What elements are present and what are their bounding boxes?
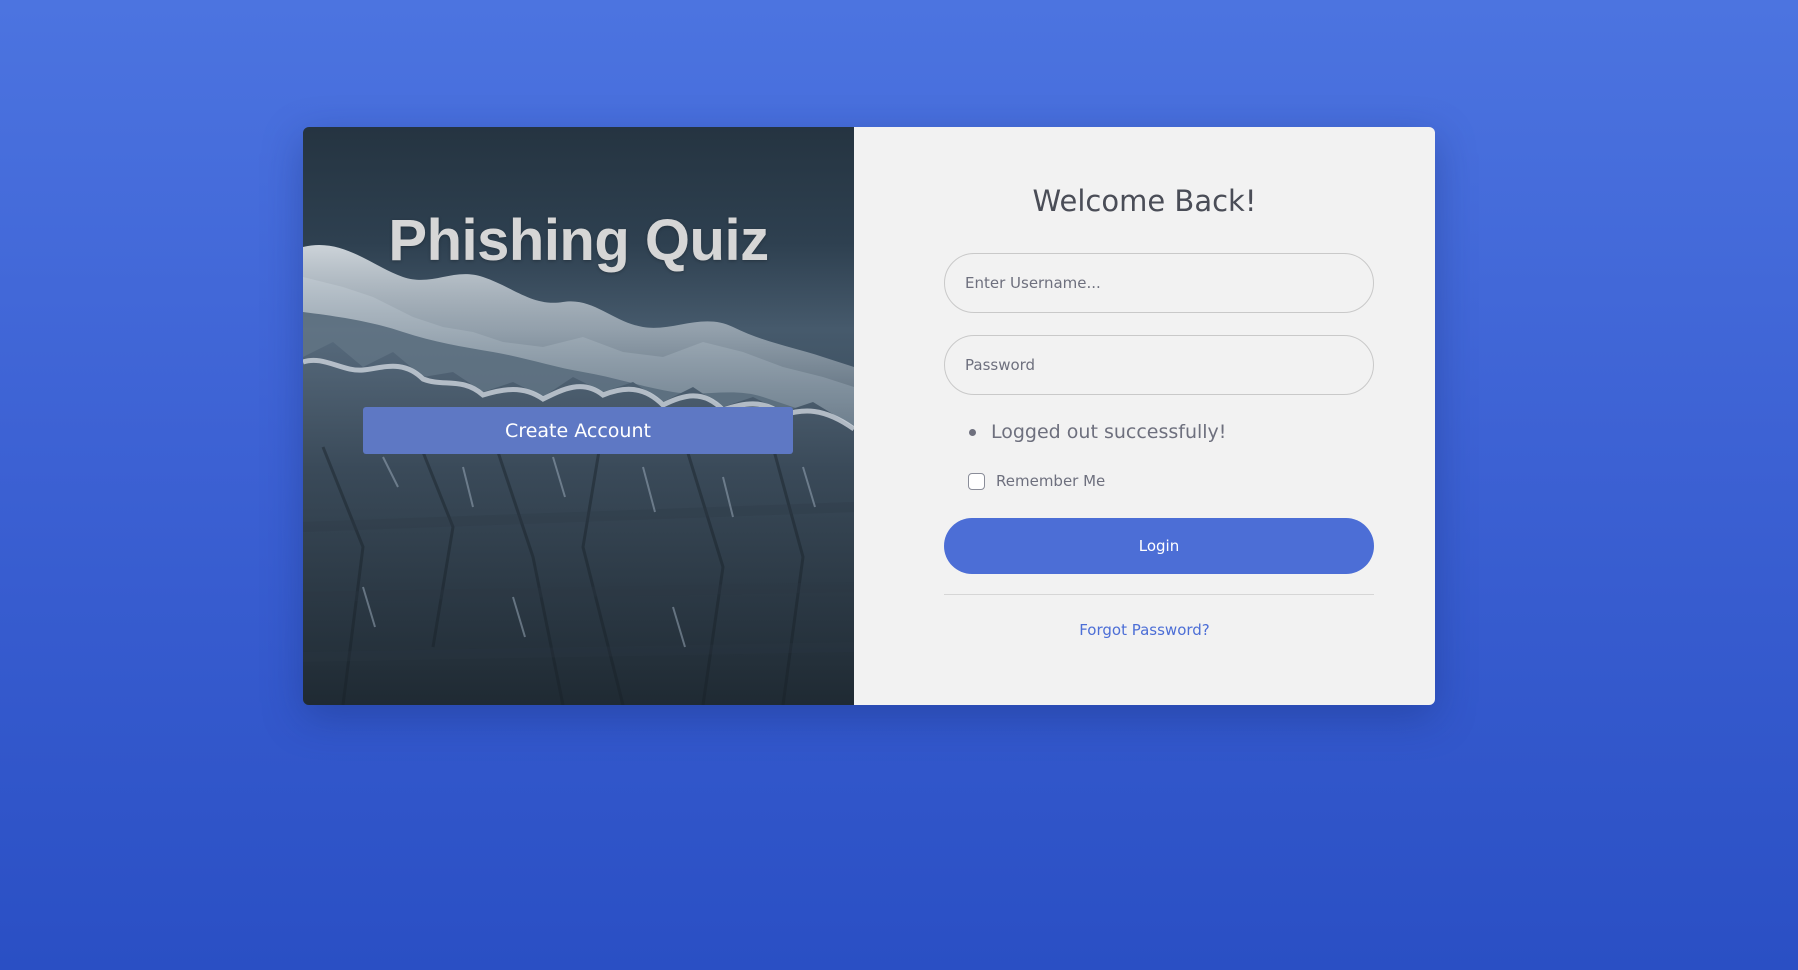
welcome-heading: Welcome Back! (1032, 184, 1257, 218)
login-card: Phishing Quiz Create Account Welcome Bac… (303, 127, 1435, 705)
login-button[interactable]: Login (944, 518, 1374, 574)
remember-me-checkbox[interactable] (968, 472, 985, 490)
remember-me-row: Remember Me (968, 472, 1105, 490)
divider (944, 594, 1374, 595)
forgot-password-link[interactable]: Forgot Password? (854, 621, 1435, 639)
flash-messages: Logged out successfully! (969, 419, 1226, 445)
create-account-button[interactable]: Create Account (363, 407, 793, 454)
password-input[interactable] (944, 335, 1374, 395)
app-title: Phishing Quiz (388, 208, 769, 273)
login-form-panel: Welcome Back! Logged out successfully! R… (854, 127, 1435, 705)
remember-me-label: Remember Me (996, 472, 1106, 490)
flash-message: Logged out successfully! (969, 419, 1226, 445)
hero-panel: Phishing Quiz Create Account (303, 127, 854, 705)
username-input[interactable] (944, 253, 1374, 313)
